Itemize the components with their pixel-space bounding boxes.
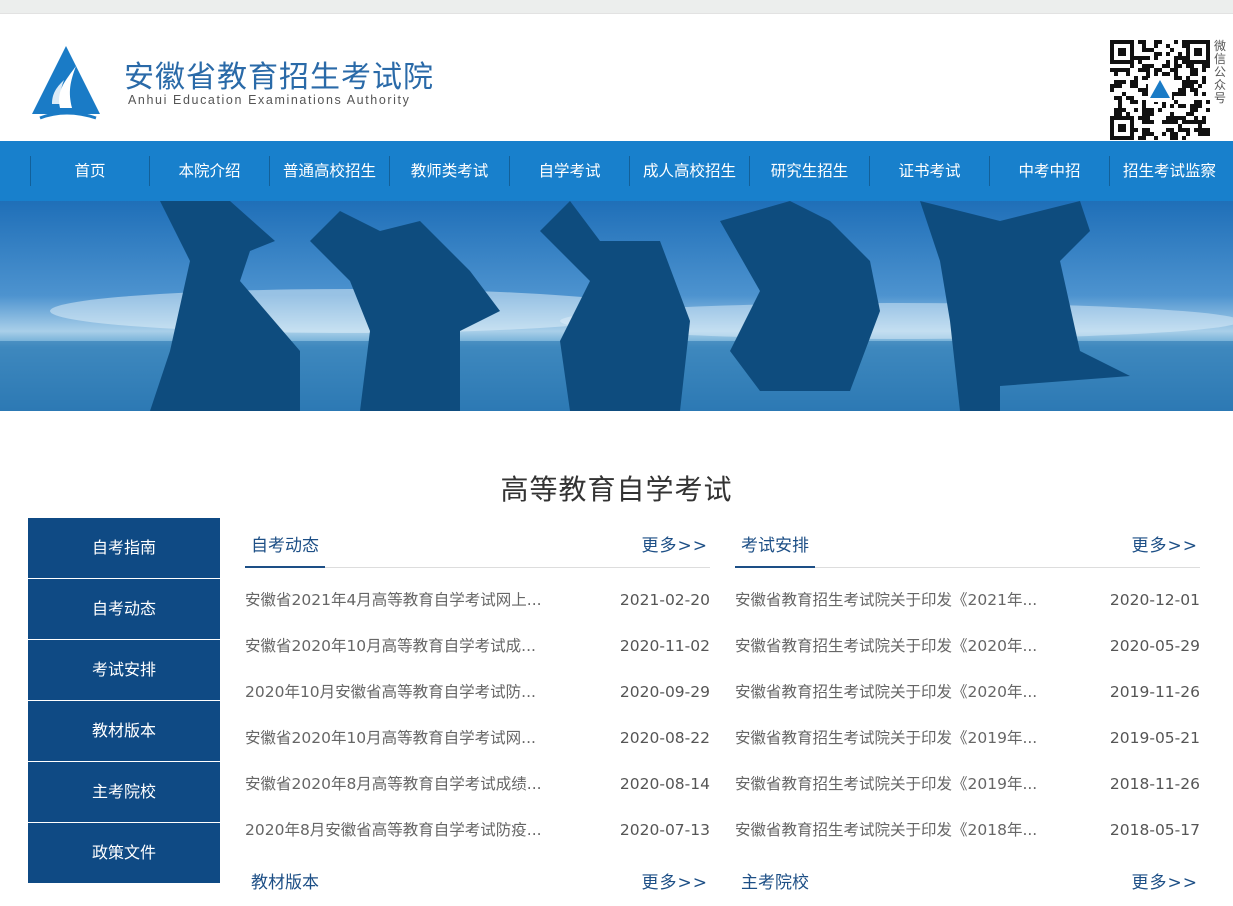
- site-logo-icon[interactable]: [30, 44, 102, 124]
- news-date: 2021-02-20: [619, 591, 710, 609]
- banner-image: [0, 201, 1233, 411]
- news-title[interactable]: 安徽省2020年10月高等教育自学考试成...: [245, 626, 536, 672]
- sidebar-item-3[interactable]: 教材版本: [28, 701, 220, 762]
- site-title: 安徽省教育招生考试院: [124, 60, 434, 95]
- news-list: 安徽省2021年4月高等教育自学考试网上... 2021-02-20 安徽省2020…: [245, 568, 710, 856]
- main-nav: 首页 本院介绍 普通高校招生 教师类考试 自学考试 成人高校招生 研究生招生 证书考试 中考中招…: [0, 141, 1233, 201]
- panel-tab[interactable]: 主考院校: [735, 868, 815, 905]
- news-title[interactable]: 2020年8月安徽省高等教育自学考试防疫...: [245, 810, 542, 856]
- panel-tab[interactable]: 教材版本: [245, 868, 325, 905]
- sidebar-item-5[interactable]: 政策文件: [28, 823, 220, 884]
- news-item[interactable]: 安徽省2020年8月高等教育自学考试成绩... 2020-08-14: [245, 764, 710, 810]
- news-item[interactable]: 2020年10月安徽省高等教育自学考试防... 2020-09-29: [245, 672, 710, 718]
- news-title[interactable]: 安徽省教育招生考试院关于印发《2020年...: [735, 626, 1037, 672]
- news-date: 2019-05-21: [1109, 729, 1200, 747]
- nav-item-5[interactable]: 成人高校招生: [629, 156, 749, 186]
- news-title[interactable]: 2020年10月安徽省高等教育自学考试防...: [245, 672, 536, 718]
- sidebar-item-4[interactable]: 主考院校: [28, 762, 220, 823]
- news-item[interactable]: 安徽省教育招生考试院关于印发《2018年... 2018-05-17: [735, 810, 1200, 856]
- site-subtitle: Anhui Education Examinations Authority: [128, 93, 411, 107]
- more-link[interactable]: 更多>>: [642, 868, 709, 893]
- news-date: 2020-12-01: [1109, 591, 1200, 609]
- wechat-qr-code-icon: [1110, 40, 1210, 140]
- news-date: 2020-09-29: [619, 683, 710, 701]
- nav-item-1[interactable]: 本院介绍: [149, 156, 269, 186]
- news-date: 2020-05-29: [1109, 637, 1200, 655]
- news-panel-zikao-dongtai: 自考动态 更多>> 安徽省2021年4月高等教育自学考试网上... 2021-02-2…: [245, 518, 710, 856]
- more-link[interactable]: 更多>>: [1132, 531, 1199, 556]
- news-date: 2020-08-22: [619, 729, 710, 747]
- nav-item-7[interactable]: 证书考试: [869, 156, 989, 186]
- panel-header: 考试安排 更多>>: [735, 518, 1200, 568]
- sidebar-item-0[interactable]: 自考指南: [28, 518, 220, 579]
- nav-item-3[interactable]: 教师类考试: [389, 156, 509, 186]
- news-date: 2018-11-26: [1109, 775, 1200, 793]
- panel-header: 自考动态 更多>>: [245, 518, 710, 568]
- more-link[interactable]: 更多>>: [642, 531, 709, 556]
- news-item[interactable]: 安徽省教育招生考试院关于印发《2019年... 2018-11-26: [735, 764, 1200, 810]
- news-item[interactable]: 安徽省教育招生考试院关于印发《2020年... 2019-11-26: [735, 672, 1200, 718]
- sidebar-item-2[interactable]: 考试安排: [28, 640, 220, 701]
- news-date: 2020-08-14: [619, 775, 710, 793]
- news-panel-kaoshi-anpai: 考试安排 更多>> 安徽省教育招生考试院关于印发《2021年... 2020-12-0…: [735, 518, 1200, 856]
- news-date: 2020-07-13: [619, 821, 710, 839]
- nav-item-8[interactable]: 中考中招: [989, 156, 1109, 186]
- news-item[interactable]: 安徽省教育招生考试院关于印发《2020年... 2020-05-29: [735, 626, 1200, 672]
- news-item[interactable]: 安徽省教育招生考试院关于印发《2019年... 2019-05-21: [735, 718, 1200, 764]
- news-date: 2018-05-17: [1109, 821, 1200, 839]
- section-title: 高等教育自学考试: [500, 473, 733, 506]
- nav-item-0[interactable]: 首页: [30, 156, 149, 186]
- qr-caption: 微信公众号: [1214, 39, 1227, 105]
- news-title[interactable]: 安徽省教育招生考试院关于印发《2019年...: [735, 718, 1037, 764]
- news-title[interactable]: 安徽省教育招生考试院关于印发《2020年...: [735, 672, 1037, 718]
- news-title[interactable]: 安徽省2021年4月高等教育自学考试网上...: [245, 580, 542, 626]
- news-title[interactable]: 安徽省教育招生考试院关于印发《2018年...: [735, 810, 1037, 856]
- news-item[interactable]: 安徽省2021年4月高等教育自学考试网上... 2021-02-20: [245, 580, 710, 626]
- nav-item-6[interactable]: 研究生招生: [749, 156, 869, 186]
- sidebar-item-1[interactable]: 自考动态: [28, 579, 220, 640]
- panel-head-zhukao-yuanxiao: 主考院校 更多>>: [735, 866, 1200, 906]
- site-header: 安徽省教育招生考试院 Anhui Education Examinations …: [0, 14, 1233, 141]
- news-item[interactable]: 安徽省教育招生考试院关于印发《2021年... 2020-12-01: [735, 580, 1200, 626]
- nav-item-2[interactable]: 普通高校招生: [269, 156, 389, 186]
- news-date: 2020-11-02: [619, 637, 710, 655]
- more-link[interactable]: 更多>>: [1132, 868, 1199, 893]
- news-item[interactable]: 2020年8月安徽省高等教育自学考试防疫... 2020-07-13: [245, 810, 710, 856]
- news-title[interactable]: 安徽省2020年8月高等教育自学考试成绩...: [245, 764, 542, 810]
- news-title[interactable]: 安徽省教育招生考试院关于印发《2021年...: [735, 580, 1037, 626]
- nav-item-4[interactable]: 自学考试: [509, 156, 629, 186]
- news-item[interactable]: 安徽省2020年10月高等教育自学考试网... 2020-08-22: [245, 718, 710, 764]
- panel-tab[interactable]: 考试安排: [735, 531, 815, 568]
- news-title[interactable]: 安徽省教育招生考试院关于印发《2019年...: [735, 764, 1037, 810]
- sidebar: 自考指南 自考动态 考试安排 教材版本 主考院校 政策文件: [28, 518, 220, 884]
- top-strip: [0, 0, 1233, 14]
- news-item[interactable]: 安徽省2020年10月高等教育自学考试成... 2020-11-02: [245, 626, 710, 672]
- panel-head-jiaocai-banben: 教材版本 更多>>: [245, 866, 710, 906]
- news-date: 2019-11-26: [1109, 683, 1200, 701]
- nav-item-9[interactable]: 招生考试监察: [1109, 156, 1229, 186]
- news-list: 安徽省教育招生考试院关于印发《2021年... 2020-12-01 安徽省教育招生…: [735, 568, 1200, 856]
- news-title[interactable]: 安徽省2020年10月高等教育自学考试网...: [245, 718, 536, 764]
- panel-tab[interactable]: 自考动态: [245, 531, 325, 568]
